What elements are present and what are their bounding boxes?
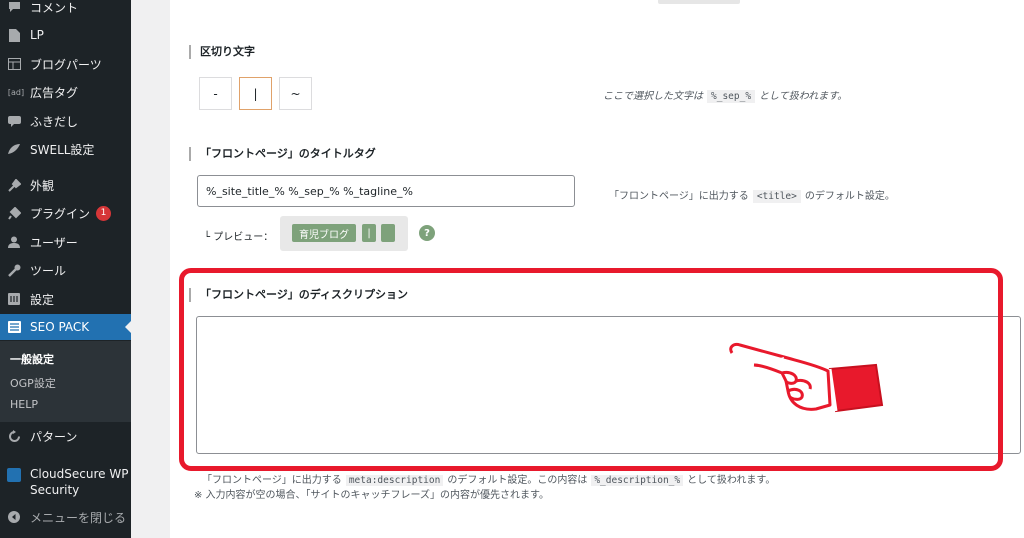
submenu-help[interactable]: HELP <box>10 398 38 411</box>
menu-item-patterns[interactable]: パターン <box>0 423 131 449</box>
menu-item-ad-tag[interactable]: [ad] 広告タグ <box>0 79 131 105</box>
menu-item-users[interactable]: ユーザー <box>0 229 131 255</box>
preview-label: └ プレビュー： <box>204 232 274 243</box>
settings-icon <box>7 292 21 306</box>
preview-chip-site-title: 育児ブログ <box>292 224 356 242</box>
preview-help-icon[interactable]: ? <box>419 225 435 241</box>
plugin-update-badge: 1 <box>96 205 112 221</box>
separator-option-tilde[interactable]: ~ <box>279 77 312 110</box>
title-preview-box: 育児ブログ | <box>280 216 408 251</box>
appearance-icon <box>7 178 21 192</box>
separator-option-hyphen[interactable]: - <box>199 77 232 110</box>
plugin-icon <box>7 206 21 220</box>
separator-section-title: 区切り文字 <box>189 45 255 59</box>
cloudsecure-icon <box>7 468 21 482</box>
user-icon <box>7 235 21 249</box>
menu-item-settings[interactable]: 設定 <box>0 286 131 312</box>
main-content: 区切り文字 - | ~ ここで選択した文字は %_sep_% として扱われます。 「… <box>170 0 1024 538</box>
front-title-help-text: 「フロントページ」に出力する <title> のデフォルト設定。 <box>609 190 895 203</box>
seo-pack-submenu: 一般設定 OGP設定 HELP <box>0 341 131 422</box>
swell-icon <box>7 142 21 156</box>
menu-item-cloudsecure[interactable]: CloudSecure WP Security <box>0 466 131 498</box>
menu-item-blog-parts[interactable]: ブログパーツ <box>0 51 131 77</box>
separator-help-text: ここで選択した文字は %_sep_% として扱われます。 <box>603 90 848 103</box>
tool-icon <box>7 263 21 277</box>
description-note-line2: ※ 入力内容が空の場合、「サイトのキャッチフレーズ」の内容が優先されます。 <box>194 490 550 501</box>
menu-item-appearance[interactable]: 外観 <box>0 172 131 198</box>
menu-item-tools[interactable]: ツール <box>0 257 131 283</box>
description-note-line1: 「フロントページ」に出力する meta:description のデフォルト設定。こ… <box>202 475 776 486</box>
menu-item-swell-settings[interactable]: SWELL設定 <box>0 136 131 162</box>
comment-icon <box>7 0 21 14</box>
top-partial-element <box>658 0 740 4</box>
ad-icon: [ad] <box>7 87 25 97</box>
preview-chip-separator: | <box>362 224 376 242</box>
active-indicator <box>125 321 131 333</box>
collapse-menu-button[interactable]: メニューを閉じる <box>0 504 131 530</box>
pointing-hand-icon <box>729 343 884 413</box>
submenu-ogp[interactable]: OGP設定 <box>10 375 56 391</box>
menu-item-seo-pack[interactable]: SEO PACK <box>0 314 131 340</box>
seo-pack-icon <box>7 320 21 334</box>
submenu-general[interactable]: 一般設定 <box>10 351 54 367</box>
front-description-section-title: 「フロントページ」のディスクリプション <box>189 288 408 302</box>
collapse-icon <box>7 510 21 524</box>
menu-item-comments[interactable]: コメント <box>0 0 131 20</box>
front-title-section-title: 「フロントページ」のタイトルタグ <box>189 147 376 161</box>
front-title-input[interactable] <box>197 175 575 207</box>
blog-parts-icon <box>7 57 21 71</box>
menu-item-lp[interactable]: LP <box>0 22 131 48</box>
menu-item-plugins[interactable]: プラグイン 1 <box>0 200 131 226</box>
pattern-icon <box>7 429 21 443</box>
front-description-textarea[interactable] <box>196 316 1021 454</box>
menu-item-balloon[interactable]: ふきだし <box>0 108 131 134</box>
separator-option-pipe[interactable]: | <box>239 77 272 110</box>
balloon-icon <box>7 114 21 128</box>
preview-chip-tagline <box>381 224 395 242</box>
admin-sidebar: コメント LP ブログパーツ [ad] 広告タグ ふきだし SWELL設定 外観 <box>0 0 131 538</box>
page-icon <box>7 28 21 42</box>
